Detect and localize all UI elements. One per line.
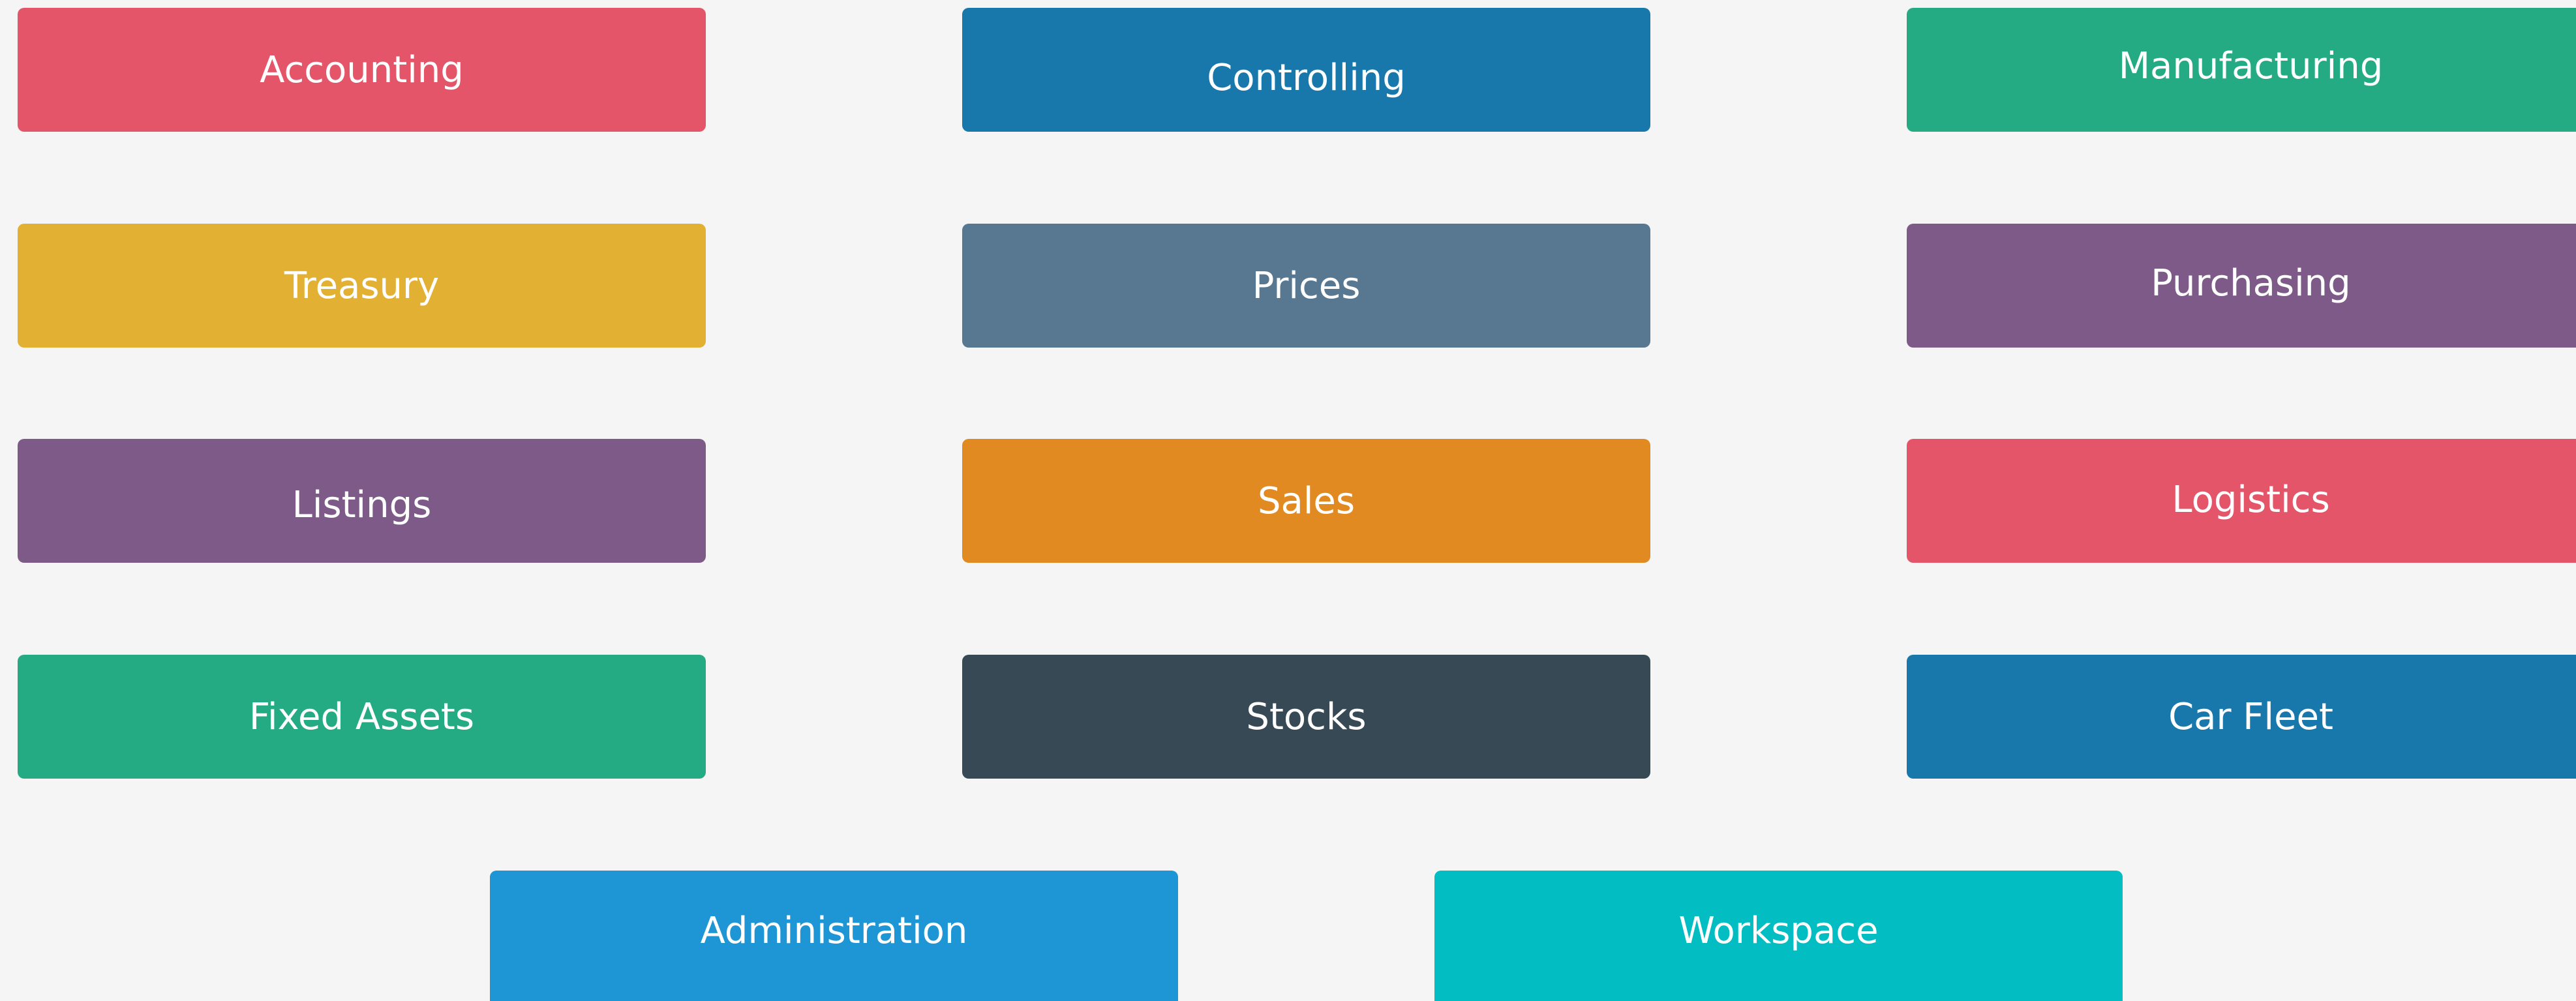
manufacturing-tile[interactable]: Manufacturing — [1907, 8, 2576, 132]
stocks-tile[interactable]: Stocks — [962, 655, 1650, 779]
manufacturing-label: Manufacturing — [2118, 44, 2384, 87]
sales-label: Sales — [1257, 479, 1356, 522]
car-fleet-label: Car Fleet — [2168, 695, 2333, 738]
accounting-tile[interactable]: Accounting — [18, 8, 706, 132]
controlling-label: Controlling — [1207, 56, 1406, 99]
logistics-label: Logistics — [2172, 478, 2330, 521]
purchasing-label: Purchasing — [2151, 261, 2351, 305]
logistics-tile[interactable]: Logistics — [1907, 439, 2576, 563]
accounting-label: Accounting — [260, 48, 464, 91]
administration-label: Administration — [700, 909, 968, 952]
listings-label: Listings — [292, 483, 432, 526]
purchasing-tile[interactable]: Purchasing — [1907, 224, 2576, 348]
treasury-label: Treasury — [284, 264, 440, 307]
sales-tile[interactable]: Sales — [962, 439, 1650, 563]
workspace-label: Workspace — [1678, 909, 1879, 952]
stocks-label: Stocks — [1246, 695, 1367, 738]
administration-tile[interactable]: Administration — [490, 871, 1178, 1001]
car-fleet-tile[interactable]: Car Fleet — [1907, 655, 2576, 779]
prices-tile[interactable]: Prices — [962, 224, 1650, 348]
fixed-assets-label: Fixed Assets — [249, 695, 475, 738]
prices-label: Prices — [1252, 264, 1361, 307]
controlling-tile[interactable]: Controlling — [962, 8, 1650, 132]
workspace-tile[interactable]: Workspace — [1434, 871, 2123, 1001]
listings-tile[interactable]: Listings — [18, 439, 706, 563]
treasury-tile[interactable]: Treasury — [18, 224, 706, 348]
fixed-assets-tile[interactable]: Fixed Assets — [18, 655, 706, 779]
